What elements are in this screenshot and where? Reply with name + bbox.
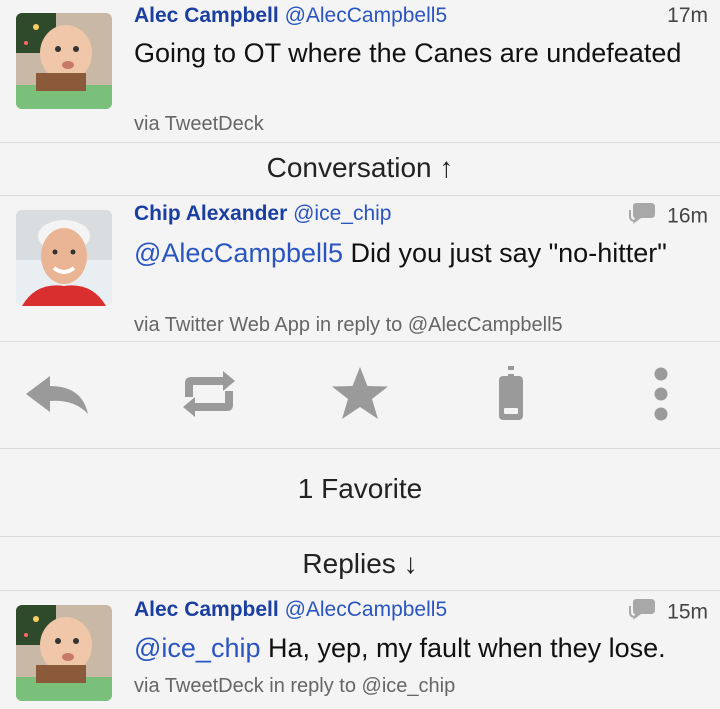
tweet-original[interactable]: Alec Campbell @AlecCampbell5 17m Going t…: [0, 0, 720, 142]
conversation-header[interactable]: Conversation ↑: [0, 152, 720, 184]
timestamp: 15m: [667, 600, 708, 624]
favorites-count[interactable]: 1 Favorite: [0, 473, 720, 505]
tweet-reply[interactable]: Alec Campbell @AlecCampbell5 15m @ice_ch…: [0, 591, 720, 709]
reply-bubble-icon: [629, 202, 659, 232]
divider: [0, 448, 720, 449]
avatar[interactable]: [16, 13, 112, 109]
tweet-source: via TweetDeck in reply to @ice_chip: [134, 675, 456, 697]
favorite-icon[interactable]: [325, 363, 395, 425]
author-handle[interactable]: @AlecCampbell5: [285, 4, 448, 27]
tweet-text: @ice_chip Ha, yep, my fault when they lo…: [134, 631, 709, 665]
retweet-icon[interactable]: [174, 363, 244, 425]
avatar[interactable]: [16, 210, 112, 306]
tweet-source: via Twitter Web App in reply to @AlecCam…: [134, 314, 563, 336]
timestamp: 16m: [667, 204, 708, 228]
tweet-source: via TweetDeck: [134, 113, 264, 135]
author-name[interactable]: Alec Campbell: [134, 598, 279, 621]
avatar[interactable]: [16, 605, 112, 701]
timestamp-group: 16m: [629, 202, 708, 232]
tweet-focused[interactable]: Chip Alexander @ice_chip 16m @AlecCampbe…: [0, 196, 720, 341]
tweet-text-content: Did you just say "no-hitter": [343, 238, 667, 268]
more-icon[interactable]: [626, 363, 696, 425]
divider: [0, 536, 720, 537]
author-name[interactable]: Alec Campbell: [134, 4, 279, 27]
tweet-text: Going to OT where the Canes are undefeat…: [134, 38, 682, 68]
tweet-text-content: Ha, yep, my fault when they lose.: [260, 633, 666, 663]
reply-icon[interactable]: [22, 363, 92, 425]
mention-link[interactable]: @ice_chip: [134, 633, 260, 663]
timestamp: 17m: [667, 4, 708, 27]
author-name[interactable]: Chip Alexander: [134, 202, 287, 225]
share-phone-icon[interactable]: [476, 363, 546, 425]
tweet-text: @AlecCampbell5 Did you just say "no-hitt…: [134, 236, 709, 270]
divider: [0, 142, 720, 143]
author-handle[interactable]: @AlecCampbell5: [285, 598, 448, 621]
action-bar: [0, 341, 720, 448]
timestamp-group: 15m: [629, 598, 708, 628]
reply-bubble-icon: [629, 598, 659, 628]
author-handle[interactable]: @ice_chip: [293, 202, 391, 225]
replies-header[interactable]: Replies ↓: [0, 548, 720, 580]
mention-link[interactable]: @AlecCampbell5: [134, 238, 343, 268]
